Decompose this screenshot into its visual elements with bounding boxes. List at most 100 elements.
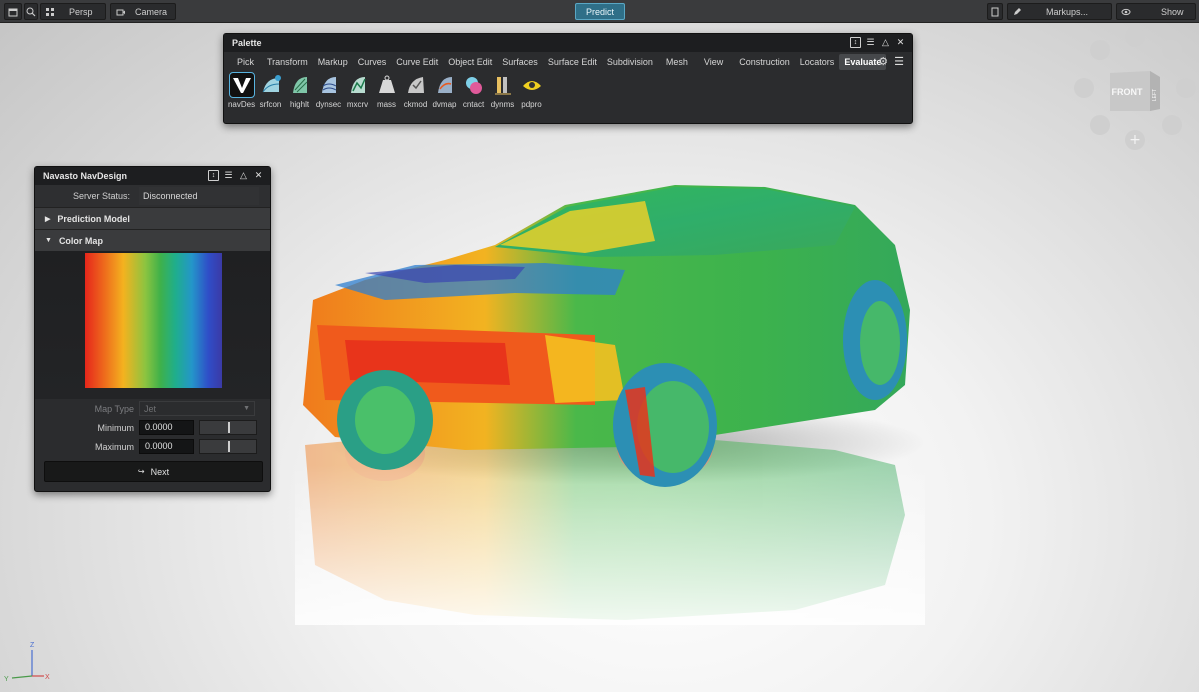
tab-mesh[interactable]: Mesh xyxy=(661,54,693,70)
zoom-view-icon[interactable] xyxy=(1090,115,1110,135)
palette-tool-row: navDes srfcon highlt dynsec mxcrv mass c… xyxy=(224,72,912,113)
tab-view[interactable]: View xyxy=(699,54,728,70)
persp-view-button[interactable]: Persp xyxy=(40,3,106,20)
server-status-label: Server Status: xyxy=(72,191,130,201)
tab-pick[interactable]: Pick xyxy=(232,54,259,70)
next-label: Next xyxy=(150,466,170,477)
tool-label: highlt xyxy=(289,100,310,109)
markups-button[interactable]: Markups... xyxy=(1007,3,1112,20)
show-label: Show xyxy=(1161,6,1184,17)
slider-knob[interactable] xyxy=(228,441,230,452)
window-menu-button[interactable] xyxy=(4,3,22,20)
left-face-label[interactable]: LEFT xyxy=(1152,89,1158,101)
tab-transform[interactable]: Transform xyxy=(262,54,313,70)
collapse-icon[interactable]: △ xyxy=(238,170,249,181)
tool-highlt[interactable]: highlt xyxy=(285,73,314,113)
tab-markup[interactable]: Markup xyxy=(313,54,353,70)
z-axis-label: Z xyxy=(30,642,35,649)
tool-label: cntact xyxy=(462,100,485,109)
navdesign-window-controls: ↕ ☰ △ ✕ xyxy=(208,170,264,181)
bookmark-view-icon[interactable] xyxy=(1162,40,1182,60)
dropdown-arrow-icon: ▼ xyxy=(243,405,250,412)
tool-dvmap[interactable]: dvmap xyxy=(430,73,459,113)
camera-button[interactable]: Camera xyxy=(110,3,176,20)
minimum-slider[interactable] xyxy=(199,420,257,435)
front-face-label[interactable]: FRONT xyxy=(1112,87,1143,97)
tab-locators[interactable]: Locators xyxy=(795,54,840,70)
show-button[interactable]: Show xyxy=(1116,3,1196,20)
collapse-icon[interactable]: △ xyxy=(880,37,891,48)
map-type-label: Map Type xyxy=(94,403,134,414)
pencil-icon xyxy=(1014,7,1021,15)
tool-ckmod[interactable]: ckmod xyxy=(401,73,430,113)
y-axis-label: Y xyxy=(4,676,9,683)
palette-title-bar[interactable]: Palette xyxy=(224,34,912,52)
search-button[interactable] xyxy=(24,3,38,20)
tool-pdpro[interactable]: pdpro xyxy=(517,73,546,113)
tool-label: mxcrv xyxy=(346,100,369,109)
tool-cntact[interactable]: cntact xyxy=(459,73,488,113)
pin-view-icon[interactable] xyxy=(1125,27,1145,47)
persp-label: Persp xyxy=(69,6,93,17)
view-cube[interactable]: + FRONT LEFT xyxy=(1070,25,1199,160)
settings-view-icon[interactable] xyxy=(1162,115,1182,135)
x-axis-label: X xyxy=(45,674,50,681)
predict-button[interactable]: Predict xyxy=(575,3,625,20)
maximum-slider[interactable] xyxy=(199,439,257,454)
dynamic-measure-icon xyxy=(491,73,515,97)
tool-navdes[interactable]: navDes xyxy=(227,72,256,113)
layout-button[interactable] xyxy=(987,3,1003,20)
gear-icon[interactable]: ⚙ xyxy=(878,55,888,68)
tool-label: dynms xyxy=(490,100,515,109)
tool-srfcon[interactable]: srfcon xyxy=(256,73,285,113)
minimum-input[interactable]: 0.0000 xyxy=(139,420,194,435)
pan-view-icon[interactable] xyxy=(1176,78,1196,98)
tool-mxcrv[interactable]: mxcrv xyxy=(343,73,372,113)
tab-curves[interactable]: Curves xyxy=(353,54,392,70)
tool-label: dynsec xyxy=(315,100,342,109)
next-arrow-icon: ↪ xyxy=(137,467,145,476)
svg-text:+: + xyxy=(1129,132,1141,148)
orbit-view-icon[interactable] xyxy=(1074,78,1094,98)
dock-icon[interactable]: ↕ xyxy=(850,37,861,48)
menu-icon[interactable]: ☰ xyxy=(865,37,876,48)
menu-icon[interactable]: ☰ xyxy=(223,170,234,181)
maximum-input[interactable]: 0.0000 xyxy=(139,439,194,454)
car-heatmap-render xyxy=(295,185,925,625)
server-status-row: Server Status: Disconnected xyxy=(35,185,270,207)
tool-dynms[interactable]: dynms xyxy=(488,73,517,113)
tab-subdivision[interactable]: Subdivision xyxy=(602,54,658,70)
highlight-icon xyxy=(288,73,312,97)
deviation-map-icon xyxy=(433,73,457,97)
close-icon[interactable]: ✕ xyxy=(253,170,264,181)
tab-surface-edit[interactable]: Surface Edit xyxy=(543,54,602,70)
tool-label: ckmod xyxy=(403,100,428,109)
prediction-model-section[interactable]: ▶ Prediction Model xyxy=(35,207,270,229)
camera-label: Camera xyxy=(135,6,168,17)
palette-title: Palette xyxy=(232,38,262,48)
tool-label: pdpro xyxy=(521,100,542,109)
tool-label: navDes xyxy=(227,100,256,109)
tool-dynsec[interactable]: dynsec xyxy=(314,73,343,113)
chevron-down-icon: ▼ xyxy=(45,237,52,244)
tool-label: mass xyxy=(376,100,397,109)
tab-construction[interactable]: Construction xyxy=(734,54,795,70)
close-icon[interactable]: ✕ xyxy=(895,37,906,48)
tab-surfaces[interactable]: Surfaces xyxy=(497,54,543,70)
color-map-gradient xyxy=(85,253,222,388)
home-view-icon[interactable] xyxy=(1090,40,1110,60)
dock-icon[interactable]: ↕ xyxy=(208,170,219,181)
hamburger-menu-icon[interactable]: ☰ xyxy=(894,55,904,68)
tab-curve-edit[interactable]: Curve Edit xyxy=(391,54,443,70)
next-button[interactable]: ↪ Next xyxy=(44,461,263,482)
maximum-label: Maximum xyxy=(94,441,134,452)
navdesign-window: Navasto NavDesign ↕ ☰ △ ✕ Server Status:… xyxy=(34,166,271,492)
tab-object-edit[interactable]: Object Edit xyxy=(443,54,497,70)
max-curvature-icon xyxy=(346,73,370,97)
window-icon xyxy=(8,8,18,16)
color-map-section[interactable]: ▼ Color Map xyxy=(35,229,270,251)
map-type-select[interactable]: Jet ▼ xyxy=(139,401,255,416)
slider-knob[interactable] xyxy=(228,422,230,433)
palette-tabs: Pick Transform Markup Curves Curve Edit … xyxy=(224,52,912,72)
tool-mass[interactable]: mass xyxy=(372,73,401,113)
